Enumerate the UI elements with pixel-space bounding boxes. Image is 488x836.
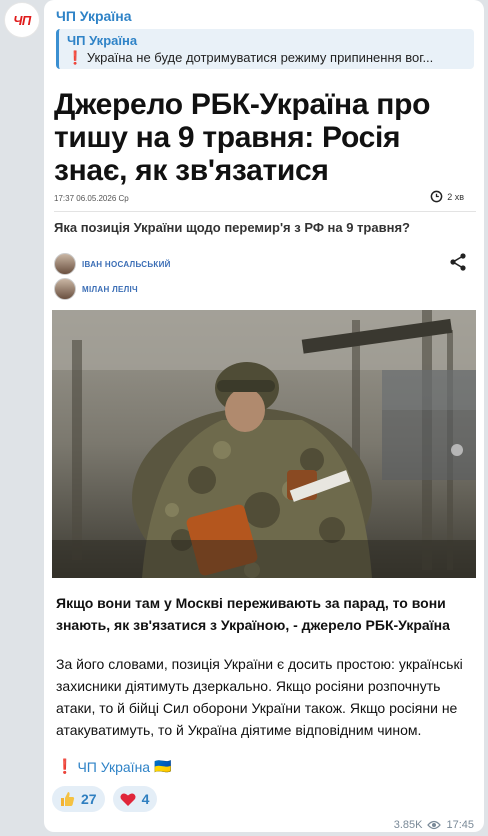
channel-name[interactable]: ЧП Україна (56, 8, 132, 24)
message-caption: Якщо вони там у Москві переживають за па… (56, 595, 450, 633)
channel-avatar[interactable]: ЧП (4, 2, 40, 38)
thumbs-up-icon (61, 792, 75, 806)
author-avatar (54, 278, 76, 300)
author-avatar (54, 253, 76, 275)
heart-icon (120, 793, 136, 806)
reaction-count: 4 (141, 791, 150, 807)
message-bubble: ЧП Україна ЧП Україна ❗ Україна не буде … (44, 0, 484, 832)
channel-signature[interactable]: ❗ ЧП Україна 🇺🇦 (56, 758, 172, 775)
view-count: 3.85K (393, 819, 423, 831)
clock-icon (430, 190, 443, 203)
read-time: 2 хв (430, 190, 464, 203)
author-row: ІВАН НОСАЛЬСЬКИЙ (54, 253, 171, 275)
exclamation-icon: ❗ (56, 758, 74, 774)
divider (54, 211, 476, 212)
exclamation-icon: ❗ (67, 50, 84, 65)
author-name: ІВАН НОСАЛЬСЬКИЙ (82, 259, 171, 269)
message-time: 17:45 (446, 819, 474, 831)
author-row: МІЛАН ЛЕЛІЧ (54, 278, 138, 300)
reaction-count: 27 (81, 791, 97, 807)
article-subheadline: Яка позиція України щодо перемир'я з РФ … (54, 220, 410, 235)
message-footer: 3.85K 17:45 (394, 819, 474, 831)
reaction-heart[interactable]: 4 (112, 786, 158, 812)
eye-icon (427, 820, 442, 830)
share-icon (450, 253, 466, 271)
read-time-label: 2 хв (447, 191, 464, 202)
ukraine-flag-icon: 🇺🇦 (154, 758, 172, 774)
message-body: За його словами, позиція України є досит… (56, 656, 463, 738)
reply-quote-text: ❗ Україна не буде дотримуватися режиму п… (67, 49, 466, 67)
article-photo (52, 310, 476, 578)
reply-quote-body: Україна не буде дотримуватися режиму при… (86, 50, 434, 65)
article-datetime: 17:37 06.05.2026 Ср (54, 194, 129, 203)
article-headline: Джерело РБК-Україна про тишу на 9 травня… (54, 88, 431, 187)
signature-text: ЧП Україна (77, 758, 151, 775)
reply-quote[interactable]: ЧП Україна ❗ Україна не буде дотримувати… (56, 29, 474, 69)
reaction-thumbs-up[interactable]: 27 (52, 786, 105, 812)
author-name: МІЛАН ЛЕЛІЧ (82, 284, 138, 294)
reactions-bar: 27 4 (52, 786, 158, 812)
soldier-photo (52, 310, 476, 578)
reply-quote-title: ЧП Україна (67, 33, 138, 48)
channel-avatar-text: ЧП (13, 12, 31, 28)
